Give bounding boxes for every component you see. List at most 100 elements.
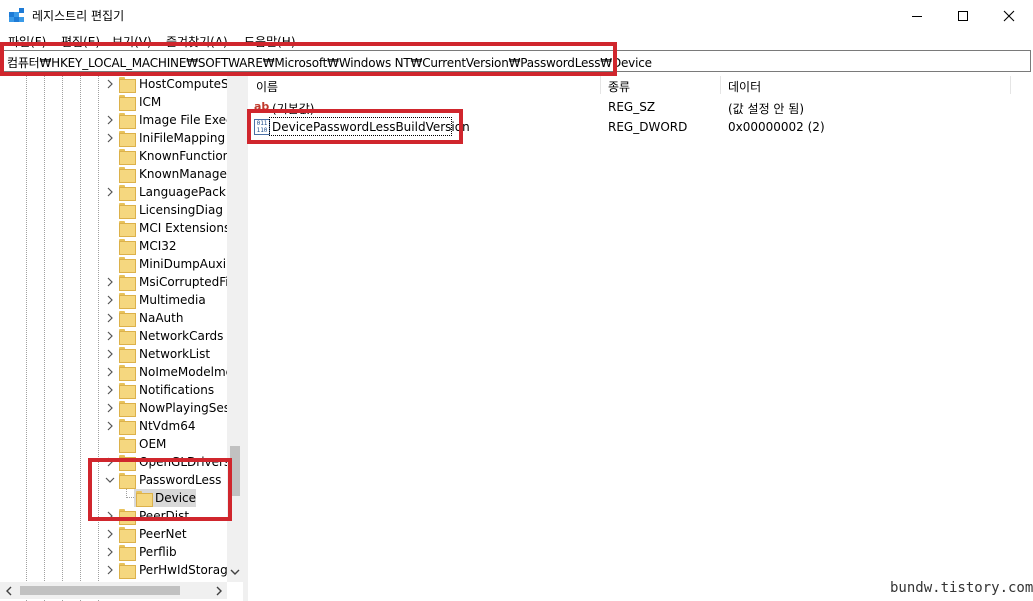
column-header-name[interactable]: 이름 bbox=[248, 74, 600, 96]
tree-item[interactable]: PeerNet bbox=[0, 525, 227, 543]
tree-item-label: IniFileMapping bbox=[139, 131, 226, 145]
tree-item-label: NowPlayingSess bbox=[139, 401, 237, 415]
tree-item[interactable]: NaAuth bbox=[0, 309, 227, 327]
tree-item[interactable]: LicensingDiag bbox=[0, 201, 227, 219]
folder-icon bbox=[119, 131, 136, 147]
tree-item[interactable]: Notifications bbox=[0, 381, 227, 399]
expand-toggle[interactable] bbox=[104, 564, 116, 576]
folder-icon bbox=[119, 527, 136, 543]
scroll-left-button[interactable] bbox=[0, 582, 17, 599]
column-header-type[interactable]: 종류 bbox=[600, 74, 720, 96]
highlight-box-tree-key bbox=[88, 458, 232, 521]
scroll-down-button[interactable] bbox=[227, 564, 243, 580]
expand-toggle[interactable] bbox=[104, 330, 116, 342]
tree-item[interactable]: MCI32 bbox=[0, 237, 227, 255]
chevron-right-icon bbox=[107, 565, 113, 575]
value-data: (값 설정 안 됨) bbox=[728, 102, 805, 116]
maximize-button[interactable] bbox=[940, 0, 986, 31]
tree-item[interactable]: NoImeModelme bbox=[0, 363, 233, 381]
expand-toggle[interactable] bbox=[104, 348, 116, 360]
tree-item[interactable]: Image File Execu bbox=[0, 111, 240, 129]
folder-icon bbox=[119, 95, 136, 111]
tree-item[interactable]: MsiCorruptedFil bbox=[0, 273, 232, 291]
tree-item-label: PerHwIdStorage bbox=[139, 563, 236, 577]
folder-icon bbox=[119, 185, 136, 201]
tree-item[interactable]: PerHwIdStorage bbox=[0, 561, 235, 579]
expand-toggle[interactable] bbox=[104, 546, 116, 558]
tree-item-label: Perflib bbox=[139, 545, 177, 559]
tree-item[interactable]: NetworkCards bbox=[0, 327, 227, 345]
tree-item[interactable]: ICM bbox=[0, 93, 227, 111]
expand-toggle[interactable] bbox=[104, 132, 116, 144]
chevron-right-icon bbox=[216, 586, 222, 595]
expand-toggle[interactable] bbox=[104, 402, 116, 414]
values-list-pane[interactable]: 이름 종류 데이터 ab (기본값) REG_SZ (값 설정 안 됨) 011… bbox=[248, 74, 1033, 601]
folder-icon bbox=[119, 329, 136, 345]
title-bar: 레지스트리 편집기 bbox=[0, 0, 1033, 31]
tree-item[interactable]: IniFileMapping bbox=[0, 129, 227, 147]
chevron-right-icon bbox=[107, 79, 113, 89]
tree-item[interactable]: HostComputeSe bbox=[0, 75, 236, 93]
chevron-right-icon bbox=[107, 313, 113, 323]
tree-item[interactable]: Perflib bbox=[0, 543, 227, 561]
chevron-right-icon bbox=[107, 367, 113, 377]
close-button[interactable] bbox=[986, 0, 1032, 31]
chevron-down-icon bbox=[230, 569, 240, 575]
tree-item-label: MsiCorruptedFil bbox=[139, 275, 232, 289]
folder-icon bbox=[119, 347, 136, 363]
chevron-right-icon bbox=[107, 295, 113, 305]
registry-editor-app-icon bbox=[9, 8, 24, 22]
tree-item-label: MCI Extensions bbox=[139, 221, 231, 235]
expand-toggle[interactable] bbox=[104, 294, 116, 306]
expand-toggle[interactable] bbox=[104, 312, 116, 324]
key-tree-pane[interactable]: HostComputeSe ICM Image File Execu IniFileM… bbox=[0, 74, 243, 601]
tree-item-label: ICM bbox=[139, 95, 162, 109]
tree-item[interactable]: NetworkList bbox=[0, 345, 227, 363]
folder-icon bbox=[119, 383, 136, 399]
tree-item-label: NaAuth bbox=[139, 311, 184, 325]
tree-item[interactable]: OEM bbox=[0, 435, 227, 453]
tree-item[interactable]: NowPlayingSess bbox=[0, 399, 236, 417]
folder-icon bbox=[119, 239, 136, 255]
folder-icon bbox=[119, 401, 136, 417]
close-icon bbox=[1003, 10, 1015, 21]
column-separator[interactable] bbox=[1010, 76, 1011, 94]
minimize-button[interactable] bbox=[894, 0, 940, 31]
highlight-box-address bbox=[0, 42, 617, 76]
tree-item[interactable]: NtVdm64 bbox=[0, 417, 227, 435]
column-header-data[interactable]: 데이터 bbox=[720, 74, 1010, 96]
folder-icon bbox=[119, 221, 136, 237]
value-type: REG_SZ bbox=[608, 100, 656, 114]
chevron-right-icon bbox=[107, 133, 113, 143]
expand-toggle[interactable] bbox=[104, 420, 116, 432]
scroll-right-button[interactable] bbox=[210, 582, 227, 599]
expand-toggle[interactable] bbox=[104, 384, 116, 396]
folder-icon bbox=[119, 311, 136, 327]
expand-toggle[interactable] bbox=[104, 186, 116, 198]
tree-item[interactable]: MiniDumpAuxil bbox=[0, 255, 229, 273]
minimize-icon bbox=[912, 15, 922, 17]
folder-icon bbox=[119, 563, 136, 579]
expand-toggle[interactable] bbox=[104, 78, 116, 90]
tree-horizontal-scrollbar[interactable] bbox=[0, 582, 227, 599]
tree-item-label: Image File Execu bbox=[139, 113, 241, 127]
tree-item-label: MCI32 bbox=[139, 239, 177, 253]
tree-item[interactable]: MCI Extensions bbox=[0, 219, 231, 237]
expand-toggle[interactable] bbox=[104, 366, 116, 378]
chevron-right-icon bbox=[107, 349, 113, 359]
folder-icon bbox=[119, 257, 136, 273]
tree-item[interactable]: LanguagePack bbox=[0, 183, 227, 201]
expand-toggle[interactable] bbox=[104, 528, 116, 540]
chevron-right-icon bbox=[107, 403, 113, 413]
tree-item[interactable]: KnownFunctionT bbox=[0, 147, 238, 165]
folder-icon bbox=[119, 365, 136, 381]
expand-toggle[interactable] bbox=[104, 114, 116, 126]
maximize-icon bbox=[958, 10, 968, 21]
chevron-left-icon bbox=[5, 586, 11, 595]
tree-item-label: LicensingDiag bbox=[139, 203, 223, 217]
expand-toggle[interactable] bbox=[104, 276, 116, 288]
tree-item-label: PeerNet bbox=[139, 527, 187, 541]
tree-horizontal-scroll-thumb[interactable] bbox=[20, 586, 180, 595]
tree-item[interactable]: KnownManaged bbox=[0, 165, 235, 183]
tree-item[interactable]: Multimedia bbox=[0, 291, 227, 309]
